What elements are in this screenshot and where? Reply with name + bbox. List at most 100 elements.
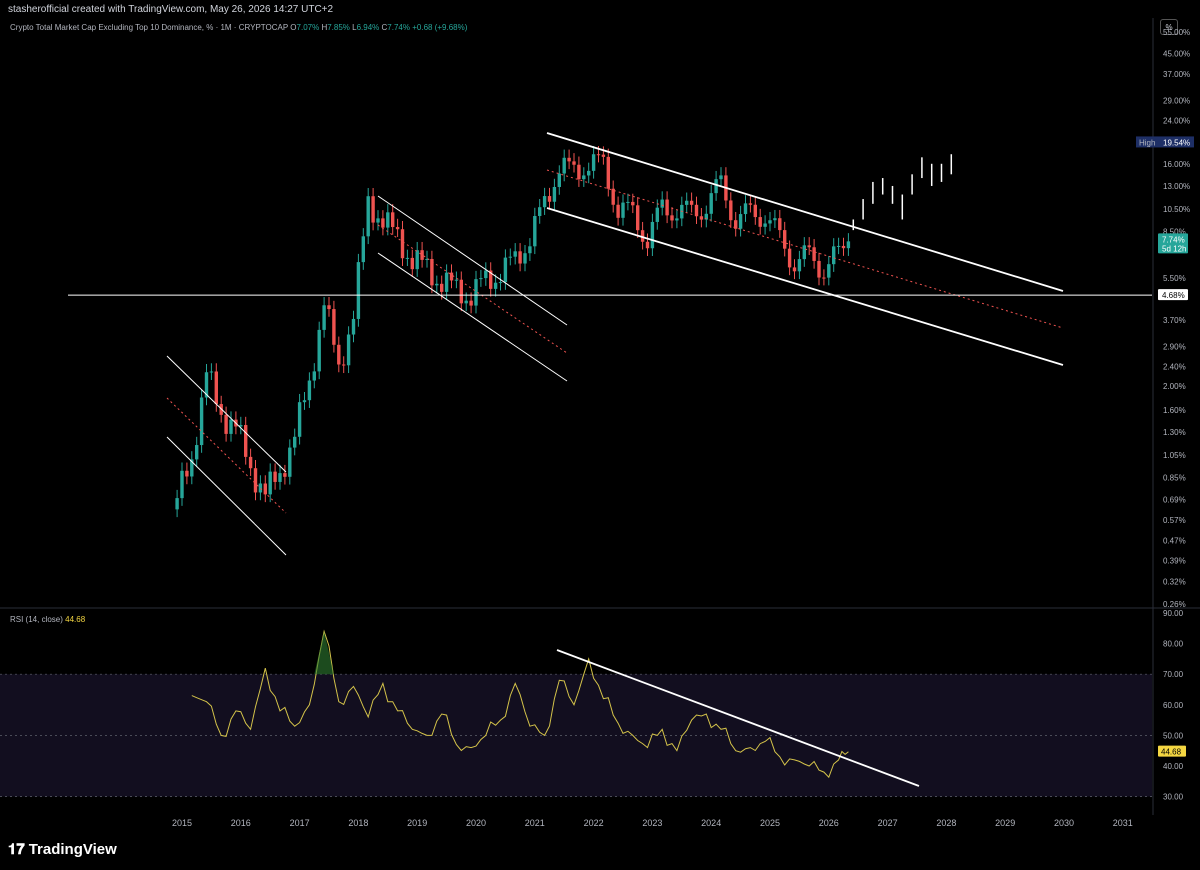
candle-body — [655, 207, 659, 222]
candle-body — [783, 230, 787, 249]
candle-body — [577, 164, 581, 180]
candle-body — [248, 456, 253, 469]
price-axis-tick: 29.00% — [1163, 96, 1190, 105]
candle-body — [763, 223, 767, 227]
candle-body — [459, 279, 463, 304]
candle-body — [729, 200, 733, 221]
candle-body — [474, 279, 478, 306]
candle-body — [253, 468, 258, 493]
time-axis-tick: 2021 — [525, 818, 545, 828]
candle-body — [185, 470, 189, 477]
price-axis-tick: 55.00% — [1163, 28, 1190, 37]
time-axis-tick: 2028 — [936, 818, 956, 828]
candle-body — [631, 201, 635, 206]
candle-body — [846, 241, 851, 249]
candle-body — [312, 371, 316, 381]
candle-body — [337, 344, 341, 365]
price-axis-tick: 0.57% — [1163, 516, 1186, 525]
rsi-axis-tick: 60.00 — [1163, 701, 1184, 710]
candle-body — [361, 236, 365, 263]
candle-body — [366, 196, 370, 237]
candle-body — [518, 251, 522, 264]
price-axis-tick: 0.39% — [1163, 557, 1186, 566]
time-axis-tick: 2019 — [407, 818, 427, 828]
price-axis-tick: 0.85% — [1163, 473, 1186, 482]
candle-body — [841, 245, 846, 249]
price-axis-tick: 0.26% — [1163, 600, 1186, 609]
candle-body — [214, 371, 218, 405]
time-axis-tick: 2025 — [760, 818, 780, 828]
candle-body — [562, 157, 566, 174]
candle-body — [229, 419, 233, 434]
candle-body — [626, 201, 630, 203]
price-axis-tick: 1.05% — [1163, 451, 1186, 460]
channel-2-lower — [377, 252, 568, 382]
candle-body — [508, 256, 512, 258]
rsi-label: RSI (14, close) — [10, 615, 63, 624]
price-axis-tick: 24.00% — [1163, 116, 1190, 125]
price-axis-tick: 1.30% — [1163, 428, 1186, 437]
price-axis-tick: 0.47% — [1163, 537, 1186, 546]
candle-body — [244, 425, 248, 457]
time-axis-tick: 2018 — [348, 818, 368, 828]
candle-body — [836, 245, 841, 247]
price-axis-tick: 1.60% — [1163, 406, 1186, 415]
candle-body — [498, 282, 503, 284]
candle-body — [386, 212, 390, 228]
rsi-axis-tick: 40.00 — [1163, 762, 1184, 771]
price-axis-tick: 37.00% — [1163, 70, 1190, 79]
candle-body — [738, 214, 743, 229]
candle-body — [753, 204, 757, 218]
price-axis-tick: 2.00% — [1163, 382, 1186, 391]
candle-body — [636, 205, 640, 231]
price-axis-tick: 3.70% — [1163, 316, 1186, 325]
candle-body — [807, 245, 811, 248]
candle-body — [606, 156, 610, 189]
candle-body — [792, 267, 797, 272]
rsi-axis-tick: 80.00 — [1163, 640, 1184, 649]
candle-body — [391, 212, 395, 228]
candle-body — [356, 262, 361, 319]
candle-body — [469, 300, 473, 306]
candle-body — [415, 250, 419, 270]
candle-body — [195, 445, 199, 460]
countdown-text: 5d 12h — [1162, 244, 1186, 253]
channel-3-lower — [546, 207, 1064, 366]
price-axis-tick: 13.00% — [1163, 182, 1190, 191]
candle-body — [278, 473, 282, 482]
candle-body — [709, 193, 713, 214]
candle-body — [371, 196, 375, 223]
candle-body — [327, 305, 331, 310]
candle-body — [288, 447, 292, 477]
high-value-text: 19.54% — [1163, 138, 1190, 147]
candle-body — [812, 247, 816, 261]
current-price-text: 7.74% — [1162, 235, 1185, 244]
candle-body — [817, 260, 821, 278]
candle-body — [822, 277, 826, 279]
tradingview-mark-icon: 𝟏𝟕 — [8, 841, 25, 858]
candle-body — [297, 402, 302, 437]
candle-body — [484, 270, 488, 279]
rsi-axis-tick: 90.00 — [1163, 609, 1184, 618]
candle-body — [346, 334, 351, 366]
time-axis-tick: 2023 — [642, 818, 662, 828]
candle-body — [827, 264, 831, 278]
candle-body — [572, 161, 576, 165]
high-label-text: High — [1139, 138, 1155, 147]
price-axis-tick: 16.00% — [1163, 160, 1190, 169]
candle-body — [714, 179, 718, 194]
candle-body — [538, 207, 542, 217]
candle-body — [395, 227, 400, 230]
candle-body — [268, 471, 272, 495]
candle-body — [802, 245, 806, 260]
candle-body — [832, 246, 836, 265]
candle-body — [768, 220, 772, 224]
candle-body — [199, 397, 204, 446]
candle-body — [797, 259, 802, 272]
horizontal-level-text: 4.68% — [1162, 291, 1185, 300]
candle-body — [175, 498, 179, 510]
chart-canvas[interactable]: 90.00 80.00 70.00 60.00 50.00 40.00 30.00 44.68… — [0, 0, 1200, 870]
candle-body — [758, 217, 762, 227]
candle-body — [567, 157, 571, 162]
candle-body — [528, 246, 532, 254]
